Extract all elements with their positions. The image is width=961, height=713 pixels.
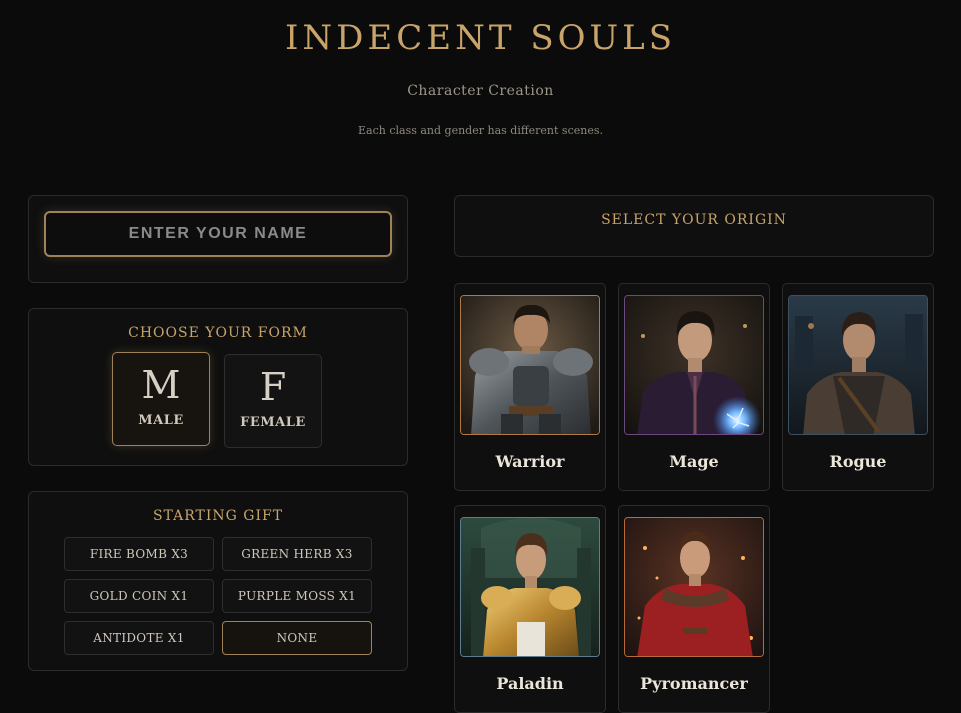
rogue-portrait: [788, 295, 928, 435]
class-card-pyromancer[interactable]: Pyromancer: [618, 505, 770, 713]
game-title: INDECENT SOULS: [284, 18, 677, 58]
female-letter: F: [259, 365, 287, 409]
class-name-paladin: Paladin: [496, 674, 564, 693]
gift-gold-coin-button[interactable]: GOLD COIN X1: [64, 579, 214, 613]
character-name-input[interactable]: [44, 211, 392, 257]
mage-portrait: [624, 295, 764, 435]
gift-none-button[interactable]: NONE: [222, 621, 372, 655]
class-name-pyromancer: Pyromancer: [640, 674, 748, 693]
class-card-mage[interactable]: Mage: [618, 283, 770, 491]
form-panel: CHOOSE YOUR FORM M MALE F FEMALE: [28, 308, 408, 466]
class-name-mage: Mage: [669, 452, 719, 471]
class-card-rogue[interactable]: Rogue: [782, 283, 934, 491]
gift-antidote-button[interactable]: ANTIDOTE X1: [64, 621, 214, 655]
class-name-rogue: Rogue: [829, 452, 887, 471]
scenes-note: Each class and gender has different scen…: [358, 124, 603, 137]
name-panel: [28, 195, 408, 283]
class-card-warrior[interactable]: Warrior: [454, 283, 606, 491]
male-label: MALE: [138, 413, 184, 428]
female-label: FEMALE: [240, 415, 306, 430]
female-button[interactable]: F FEMALE: [224, 354, 322, 448]
page-subtitle: Character Creation: [407, 83, 554, 99]
class-card-paladin[interactable]: Paladin: [454, 505, 606, 713]
male-letter: M: [141, 363, 181, 407]
warrior-portrait: [460, 295, 600, 435]
gift-heading: STARTING GIFT: [152, 508, 284, 524]
paladin-portrait: [460, 517, 600, 657]
form-heading: CHOOSE YOUR FORM: [128, 325, 308, 341]
origin-panel: SELECT YOUR ORIGIN: [454, 195, 934, 257]
gift-fire-bomb-button[interactable]: FIRE BOMB X3: [64, 537, 214, 571]
male-button[interactable]: M MALE: [112, 352, 210, 446]
pyromancer-portrait: [624, 517, 764, 657]
origin-heading: SELECT YOUR ORIGIN: [601, 212, 787, 228]
class-name-warrior: Warrior: [495, 452, 565, 471]
gift-green-herb-button[interactable]: GREEN HERB X3: [222, 537, 372, 571]
gift-panel: STARTING GIFT FIRE BOMB X3 GREEN HERB X3…: [28, 491, 408, 671]
gift-purple-moss-button[interactable]: PURPLE MOSS X1: [222, 579, 372, 613]
